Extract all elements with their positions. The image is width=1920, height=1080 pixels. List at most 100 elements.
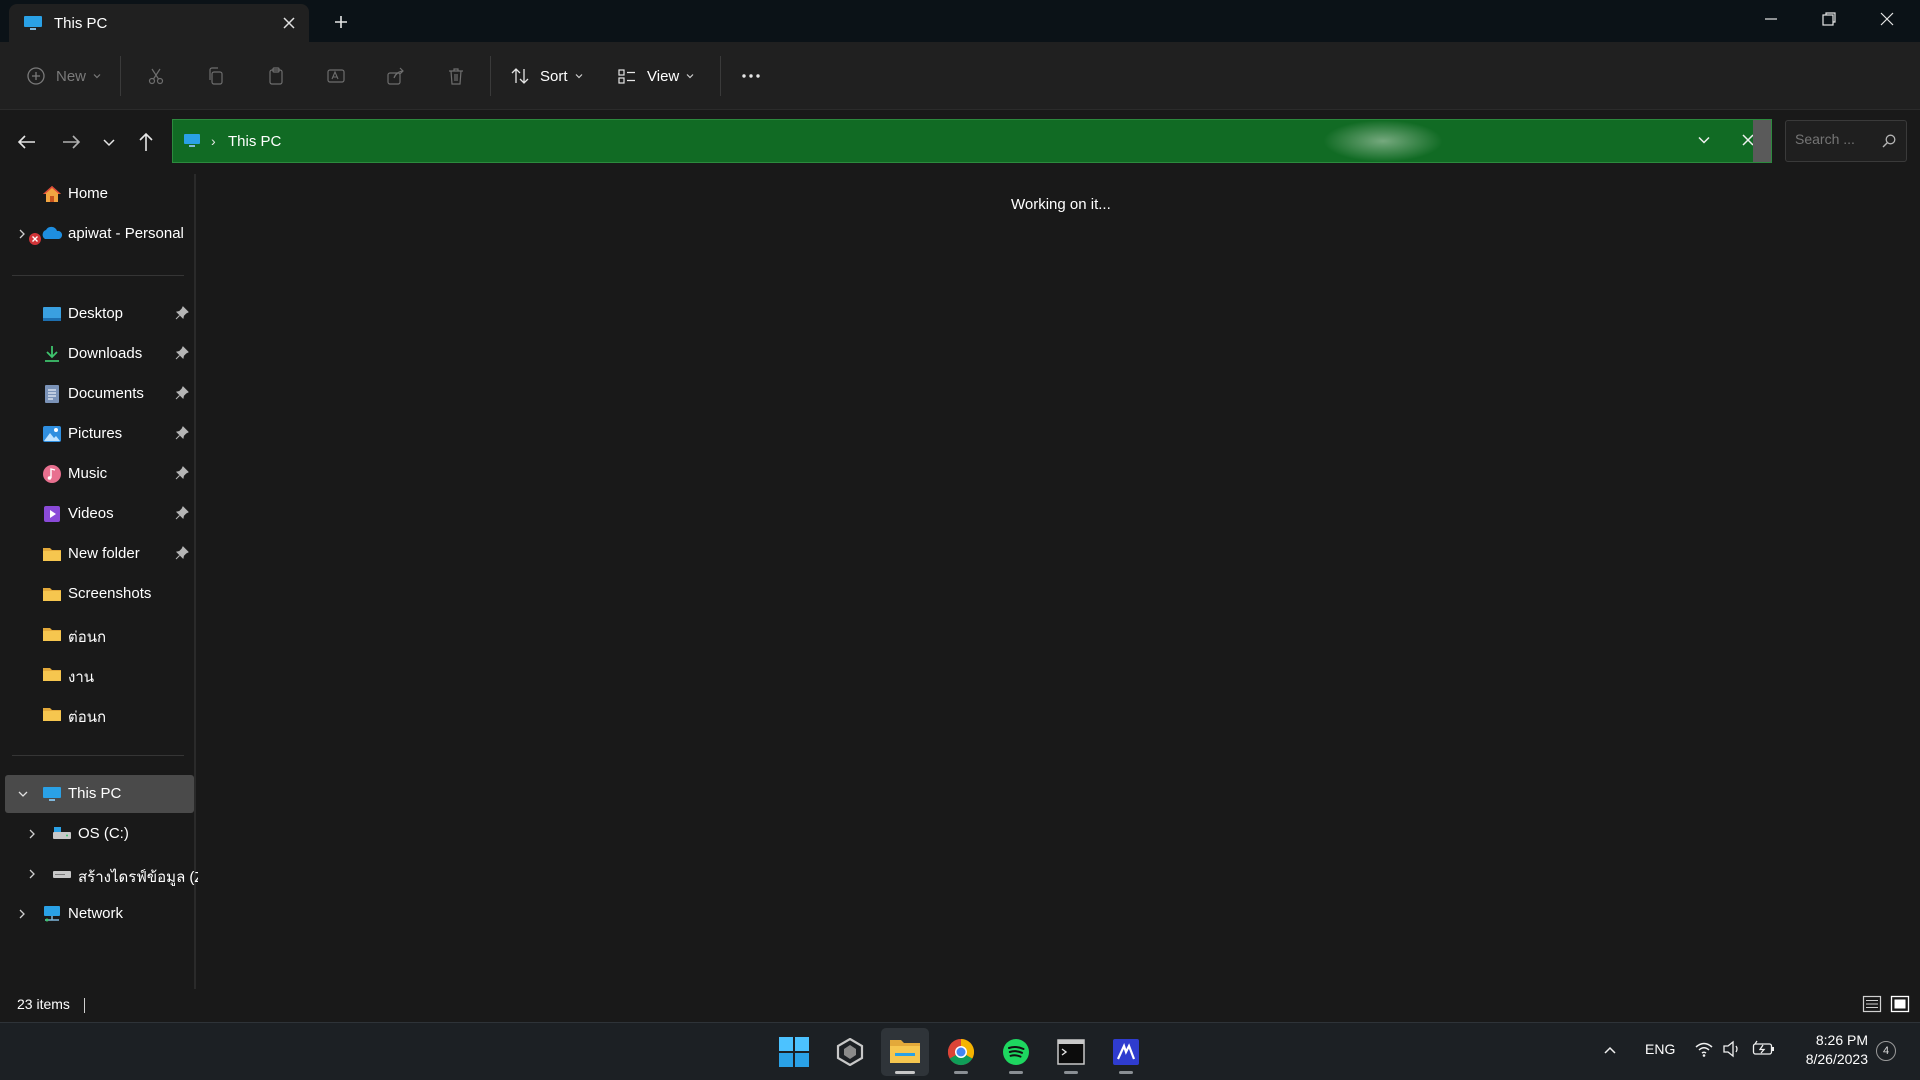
taskbar-spotify[interactable]	[992, 1028, 1040, 1076]
drive-icon	[52, 825, 72, 843]
running-indicator	[1064, 1071, 1078, 1074]
pin-icon[interactable]	[175, 426, 189, 444]
sidebar-item-new-folder[interactable]: New folder	[5, 535, 194, 573]
sidebar-item-home[interactable]: Home	[5, 175, 194, 213]
sidebar-item-drive-z[interactable]: สร้างไดรฟ์ข้อมูล (Z:)	[5, 855, 213, 893]
loading-message: Working on it...	[1011, 196, 1111, 213]
sidebar-item-downloads[interactable]: Downloads	[5, 335, 194, 373]
paste-button[interactable]	[266, 60, 286, 92]
volume-icon[interactable]	[1722, 1040, 1742, 1061]
address-scrollbar[interactable]	[1753, 120, 1771, 162]
sort-button[interactable]: Sort	[510, 60, 584, 92]
sort-label: Sort	[540, 67, 568, 85]
search-icon[interactable]	[1881, 133, 1897, 154]
sidebar-item-onedrive[interactable]: apiwat - Personal	[5, 215, 194, 253]
item-count: 23 items	[17, 996, 70, 1012]
wifi-icon[interactable]	[1694, 1040, 1714, 1061]
chevron-right-icon[interactable]	[27, 827, 37, 844]
desktop-icon	[42, 305, 62, 323]
notification-badge[interactable]: 4	[1876, 1041, 1896, 1061]
recent-locations-icon[interactable]	[98, 129, 126, 157]
new-tab-icon[interactable]	[331, 12, 351, 32]
title-bar: This PC	[0, 0, 1920, 42]
chevron-down-icon	[575, 74, 582, 79]
sidebar-item-network[interactable]: Network	[5, 895, 194, 933]
new-button[interactable]: New	[26, 60, 102, 92]
copy-button[interactable]	[206, 60, 226, 92]
system-clock[interactable]: 8:26 PM 8/26/2023	[1790, 1031, 1868, 1069]
taskbar-chrome[interactable]	[937, 1028, 985, 1076]
chevron-right-icon[interactable]	[27, 867, 37, 884]
breadcrumb-separator: ›	[211, 133, 216, 149]
input-language[interactable]: ENG	[1645, 1041, 1675, 1057]
pin-icon[interactable]	[175, 386, 189, 404]
sidebar-item-folder-thai-1[interactable]: ต่อนก	[5, 615, 194, 653]
sidebar-item-documents[interactable]: Documents	[5, 375, 194, 413]
forward-icon[interactable]	[58, 129, 86, 157]
sidebar-item-music[interactable]: Music	[5, 455, 194, 493]
taskbar-terminal[interactable]	[1047, 1028, 1095, 1076]
search-input[interactable]	[1795, 131, 1875, 147]
cut-button[interactable]	[146, 60, 166, 92]
trash-icon	[449, 68, 463, 85]
start-button[interactable]	[770, 1028, 818, 1076]
tab-close-icon[interactable]	[280, 14, 298, 32]
sidebar-item-drive-c[interactable]: OS (C:)	[5, 815, 194, 853]
taskbar-file-explorer[interactable]	[881, 1028, 929, 1076]
running-indicator	[1119, 1071, 1133, 1074]
new-label: New	[56, 67, 87, 85]
share-button[interactable]	[386, 60, 406, 92]
share-icon	[387, 67, 404, 85]
pin-icon[interactable]	[175, 346, 189, 364]
tab-this-pc[interactable]: This PC	[9, 4, 309, 42]
sidebar-item-desktop[interactable]: Desktop	[5, 295, 194, 333]
tab-title: This PC	[54, 15, 108, 32]
taskbar-editor[interactable]	[1102, 1028, 1150, 1076]
app-icon	[836, 1038, 864, 1066]
view-label: View	[647, 67, 680, 85]
documents-icon	[42, 385, 62, 403]
back-icon[interactable]	[14, 129, 42, 157]
more-options-button[interactable]	[740, 60, 762, 92]
sidebar-item-folder-thai-3[interactable]: ต่อนก	[5, 695, 194, 733]
restore-icon[interactable]	[1800, 0, 1858, 38]
pin-icon[interactable]	[175, 306, 189, 324]
taskbar-app[interactable]	[826, 1028, 874, 1076]
rename-button[interactable]	[326, 60, 348, 92]
battery-charging-icon[interactable]	[1752, 1040, 1776, 1061]
pin-icon[interactable]	[175, 546, 189, 564]
up-icon[interactable]	[133, 129, 161, 157]
address-history-icon[interactable]	[1696, 132, 1712, 153]
pin-icon[interactable]	[175, 466, 189, 484]
command-bar: New Sort View	[0, 42, 1920, 110]
chevron-right-icon[interactable]	[17, 227, 27, 244]
close-icon[interactable]	[1858, 0, 1916, 38]
search-box[interactable]	[1785, 120, 1907, 162]
delete-button[interactable]	[446, 60, 466, 92]
sidebar-item-videos[interactable]: Videos	[5, 495, 194, 533]
sidebar-item-folder-thai-2[interactable]: งาน	[5, 655, 194, 693]
address-row: › This PC	[0, 111, 1920, 173]
pictures-icon	[42, 425, 62, 443]
sidebar-item-this-pc[interactable]: This PC	[5, 775, 194, 813]
clock-time: 8:26 PM	[1815, 1032, 1868, 1048]
pin-icon[interactable]	[175, 506, 189, 524]
sidebar-item-screenshots[interactable]: Screenshots	[5, 575, 194, 613]
download-icon	[42, 345, 62, 363]
minimize-icon[interactable]	[1742, 0, 1800, 38]
show-hidden-icons-icon[interactable]	[1602, 1043, 1618, 1060]
sidebar-item-pictures[interactable]: Pictures	[5, 415, 194, 453]
details-view-icon[interactable]	[1862, 995, 1884, 1015]
chevron-down-icon[interactable]	[17, 787, 29, 804]
divider	[720, 56, 721, 96]
breadcrumb-this-pc[interactable]: This PC	[228, 133, 281, 150]
chevron-down-icon	[93, 74, 101, 79]
scissors-icon	[148, 68, 164, 85]
view-button[interactable]: View	[617, 60, 695, 92]
home-icon	[42, 185, 62, 203]
content-area[interactable]: Working on it...	[198, 174, 1920, 989]
chevron-right-icon[interactable]	[17, 907, 27, 924]
videos-icon	[42, 505, 62, 523]
address-bar[interactable]: › This PC	[172, 119, 1772, 163]
tiles-view-icon[interactable]	[1890, 995, 1912, 1015]
